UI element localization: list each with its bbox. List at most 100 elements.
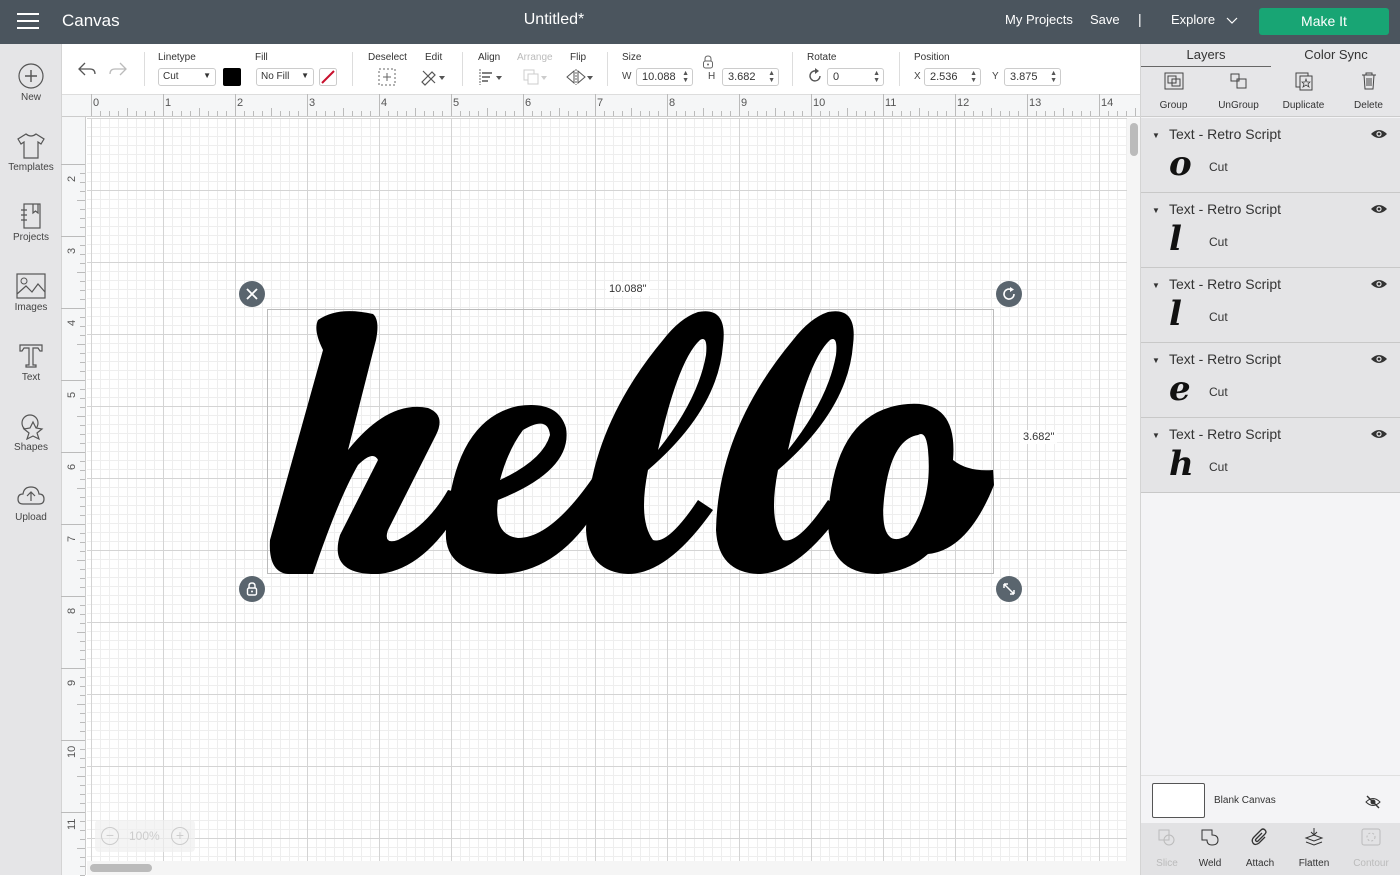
layers-panel: Layers Color Sync Group UnGroup Duplicat… [1140, 44, 1400, 875]
redo-icon[interactable] [108, 60, 128, 78]
sidebar-item-upload[interactable]: Upload [0, 482, 62, 552]
horizontal-ruler: 0 1 2 3 4 5 6 7 8 9 10 11 12 13 14 [62, 94, 1163, 117]
attach-button[interactable]: Attach [1234, 827, 1286, 869]
stepper-icon[interactable]: ▲ ▼ [970, 70, 977, 84]
eye-icon[interactable] [1370, 128, 1388, 140]
ruler-tick [280, 111, 281, 116]
fill-select[interactable]: No Fill ▼ [256, 68, 314, 86]
linetype-color-swatch[interactable] [223, 68, 241, 86]
ruler-tick-label: 9 [741, 97, 748, 109]
collapse-triangle-icon[interactable]: ▼ [1152, 206, 1160, 215]
eye-hidden-icon[interactable] [1365, 795, 1381, 809]
layer-item[interactable]: ▼ Text - Retro Script h Cut [1141, 418, 1400, 493]
ruler-tick [541, 111, 542, 116]
lock-handle[interactable] [239, 576, 265, 602]
scroll-thumb[interactable] [1130, 123, 1138, 156]
rotate-input[interactable]: 0 ▲ ▼ [827, 68, 884, 86]
x-position-input[interactable]: 2.536 ▲ ▼ [924, 68, 981, 86]
sidebar-item-images[interactable]: Images [0, 272, 62, 342]
eye-icon[interactable] [1370, 353, 1388, 365]
ruler-tick [80, 326, 85, 327]
contour-button[interactable]: Contour [1345, 827, 1397, 869]
rotate-handle[interactable] [996, 281, 1022, 307]
collapse-triangle-icon[interactable]: ▼ [1152, 131, 1160, 140]
zoom-in-button[interactable]: + [171, 827, 189, 845]
ruler-tick [80, 722, 85, 723]
ruler-tick [838, 111, 839, 116]
ruler-tick [811, 94, 812, 116]
hello-text-shape[interactable] [268, 310, 995, 575]
sidebar-item-new[interactable]: New [0, 62, 62, 132]
sidebar-item-shapes[interactable]: Shapes [0, 412, 62, 482]
width-input[interactable]: 10.088 ▲ ▼ [636, 68, 693, 86]
selection-bounding-box[interactable] [267, 309, 995, 575]
undo-icon[interactable] [77, 60, 97, 78]
eye-icon[interactable] [1370, 428, 1388, 440]
ruler-tick-label: 5 [453, 97, 460, 109]
ruler-tick-label: 4 [381, 97, 388, 109]
scroll-thumb[interactable] [90, 864, 152, 872]
group-button[interactable]: Group [1141, 71, 1206, 111]
horizontal-scrollbar[interactable] [87, 861, 1140, 875]
resize-handle[interactable] [996, 576, 1022, 602]
blank-canvas-row[interactable]: Blank Canvas [1141, 775, 1400, 823]
stepper-icon[interactable]: ▲ ▼ [682, 70, 689, 84]
save-link[interactable]: Save [1090, 12, 1120, 27]
eye-icon[interactable] [1370, 278, 1388, 290]
fill-label: Fill [255, 52, 268, 63]
no-fill-swatch-icon[interactable] [319, 68, 337, 86]
document-title[interactable]: Untitled* [0, 11, 1108, 29]
explore-dropdown[interactable]: Explore [1171, 12, 1215, 27]
stepper-icon[interactable]: ▲ ▼ [1050, 70, 1057, 84]
collapse-triangle-icon[interactable]: ▼ [1152, 431, 1160, 440]
ungroup-button[interactable]: UnGroup [1206, 71, 1271, 111]
weld-button[interactable]: Weld [1184, 827, 1236, 869]
sidebar-item-templates[interactable]: Templates [0, 132, 62, 202]
stepper-icon[interactable]: ▲ ▼ [873, 70, 880, 84]
x-label: X [914, 71, 921, 82]
eye-icon[interactable] [1370, 203, 1388, 215]
ruler-tick [694, 111, 695, 116]
my-projects-link[interactable]: My Projects [1005, 12, 1073, 27]
vertical-scrollbar[interactable] [1127, 118, 1140, 861]
duplicate-button[interactable]: Duplicate [1271, 71, 1336, 111]
layer-item[interactable]: ▼ Text - Retro Script o Cut [1141, 118, 1400, 193]
edit-tools-icon[interactable] [420, 68, 446, 86]
zoom-out-button[interactable]: − [101, 827, 119, 845]
delete-button[interactable]: Delete [1336, 71, 1400, 111]
lock-aspect-icon[interactable] [701, 55, 715, 69]
linetype-select[interactable]: Cut ▼ [158, 68, 216, 86]
flip-icon[interactable] [565, 68, 593, 86]
sidebar-item-text[interactable]: Text [0, 342, 62, 412]
delete-handle[interactable] [239, 281, 265, 307]
ruler-tick [80, 839, 85, 840]
y-position-input[interactable]: 3.875 ▲ ▼ [1004, 68, 1061, 86]
ruler-tick-label: 14 [1101, 97, 1114, 109]
blank-canvas-swatch[interactable] [1152, 783, 1205, 818]
align-icon[interactable] [478, 68, 504, 86]
ruler-tick [1090, 111, 1091, 116]
tab-color-sync[interactable]: Color Sync [1271, 47, 1400, 62]
flatten-button[interactable]: Flatten [1288, 827, 1340, 869]
ruler-tick [80, 389, 85, 390]
tab-layers[interactable]: Layers [1141, 47, 1271, 67]
stepper-icon[interactable]: ▲ ▼ [768, 70, 775, 84]
layer-item[interactable]: ▼ Text - Retro Script l Cut [1141, 193, 1400, 268]
ruler-tick [80, 173, 85, 174]
deselect-icon[interactable] [378, 68, 396, 86]
zoom-level: 100% [129, 829, 160, 843]
arrange-icon[interactable] [522, 68, 548, 86]
ruler-tick [80, 254, 85, 255]
layer-item[interactable]: ▼ Text - Retro Script l Cut [1141, 268, 1400, 343]
collapse-triangle-icon[interactable]: ▼ [1152, 356, 1160, 365]
height-input[interactable]: 3.682 ▲ ▼ [722, 68, 779, 86]
chevron-down-icon[interactable] [1226, 14, 1238, 26]
contour-icon [1361, 828, 1381, 846]
ruler-tick [1081, 111, 1082, 116]
collapse-triangle-icon[interactable]: ▼ [1152, 281, 1160, 290]
layer-item[interactable]: ▼ Text - Retro Script e Cut [1141, 343, 1400, 418]
make-it-button[interactable]: Make It [1259, 8, 1389, 35]
top-bar: Canvas Untitled* My Projects Save | Expl… [0, 0, 1400, 44]
sidebar-item-projects[interactable]: Projects [0, 202, 62, 272]
ruler-tick [80, 290, 85, 291]
